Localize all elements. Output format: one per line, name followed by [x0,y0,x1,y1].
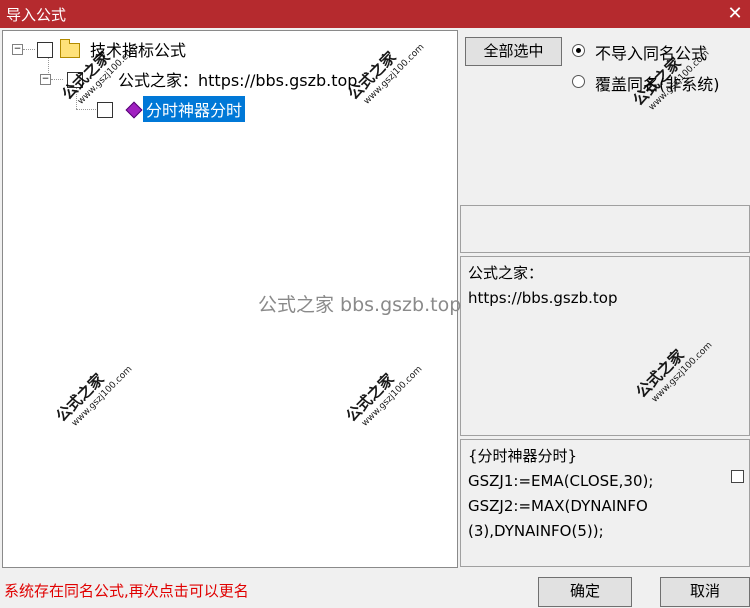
radio-no-import[interactable] [572,44,585,57]
info-panel: 公式之家： https://bbs.gszb.top 公式之家 www.gszj1… [460,256,750,436]
tree-connector [51,79,63,80]
root-expander-icon[interactable]: − [12,44,23,55]
status-message: 系统存在同名公式,再次点击可以更名 [4,582,249,600]
ok-button[interactable]: 确定 [538,577,632,607]
leaf-checkbox[interactable] [97,102,113,118]
watermark-stamp: 公式之家 www.gszj100.com [342,364,425,429]
root-checkbox[interactable] [37,42,53,58]
tree-node-leaf[interactable]: 分时神器分时 [143,96,246,122]
radio-overwrite[interactable] [572,75,585,88]
cancel-button[interactable]: 取消 [660,577,750,607]
window-title: 导入公式 [6,6,67,24]
code-panel-checkbox[interactable] [731,470,744,483]
folder-icon [60,39,80,58]
watermark-stamp: 公式之家 www.gszj100.com [632,340,715,405]
close-icon[interactable]: ✕ [720,0,750,28]
code-panel[interactable]: {分时神器分时} GSZJ1:=EMA(CLOSE,30); GSZJ2:=MA… [460,439,750,567]
formula-gem-icon [125,101,143,119]
info-text: 公式之家： https://bbs.gszb.top [468,264,618,307]
tree-node-child[interactable]: 公式之家：https://bbs.gszb.top [118,67,357,91]
tree-connector [23,49,35,50]
select-all-button[interactable]: 全部选中 [465,37,562,66]
child-expander-icon[interactable]: − [40,74,51,85]
watermark-stamp: 公式之家 www.gszj100.com [52,364,135,429]
empty-panel [460,205,750,253]
title-bar: 导入公式 ✕ [0,0,750,28]
center-watermark: 公式之家 bbs.gszb.top [258,294,462,316]
code-text: {分时神器分时} GSZJ1:=EMA(CLOSE,30); GSZJ2:=MA… [468,447,654,540]
